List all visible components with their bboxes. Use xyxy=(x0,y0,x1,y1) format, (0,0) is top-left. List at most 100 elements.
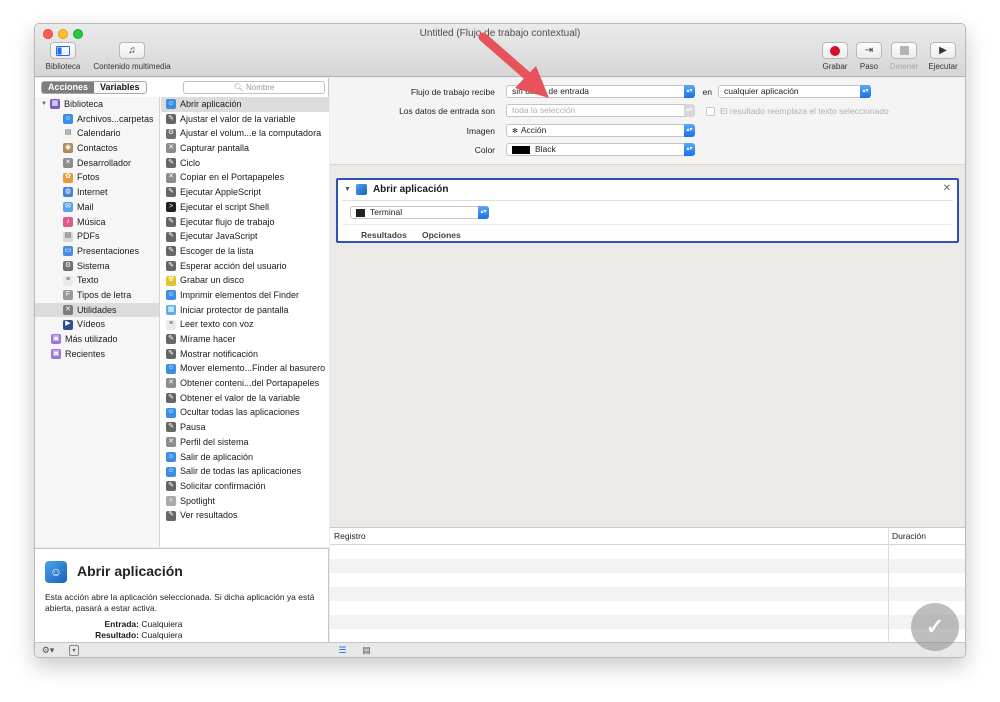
stop-icon xyxy=(891,42,917,59)
step-icon: ⇥ xyxy=(856,42,882,59)
media-button[interactable]: ♫ Contenido multimedia xyxy=(87,42,177,71)
library-item-label: Vídeos xyxy=(77,319,106,330)
replace-checkbox[interactable]: El resultado reemplaza el texto seleccio… xyxy=(706,106,889,116)
library-item[interactable]: ◍ Internet xyxy=(35,185,159,200)
action-item[interactable]: > Ejecutar el script Shell xyxy=(161,200,329,215)
log-column-duracion[interactable]: Duración xyxy=(892,531,926,541)
library-item[interactable]: ☺ Archivos...carpetas xyxy=(35,112,159,127)
action-item[interactable]: ✕ Perfil del sistema xyxy=(161,435,329,450)
library-item[interactable]: ⚙ Sistema xyxy=(35,259,159,274)
action-item-label: Capturar pantalla xyxy=(180,143,250,154)
run-button[interactable]: ▶ Ejecutar xyxy=(924,42,962,71)
color-swatch xyxy=(512,145,530,154)
action-item[interactable]: ✎ Mírame hacer xyxy=(161,332,329,347)
action-item[interactable]: ✎ Escoger de la lista xyxy=(161,244,329,259)
stop-button[interactable]: Detener xyxy=(886,42,922,71)
library-item[interactable]: ✉ Mail xyxy=(35,200,159,215)
action-item[interactable]: ✎ Ejecutar JavaScript xyxy=(161,229,329,244)
tab-resultados[interactable]: Resultados xyxy=(361,230,407,240)
library-item[interactable]: ▣ Recientes xyxy=(35,347,159,362)
action-item-label: Obtener conteni...del Portapapeles xyxy=(180,378,320,389)
action-item[interactable]: ☺ Abrir aplicación xyxy=(161,97,329,112)
color-select[interactable]: Black ▴▾ xyxy=(506,143,695,156)
action-item[interactable]: ✎ Pausa xyxy=(161,420,329,435)
library-item[interactable]: ▤ PDFs xyxy=(35,229,159,244)
action-item[interactable]: ✕ Capturar pantalla xyxy=(161,141,329,156)
tab-opciones[interactable]: Opciones xyxy=(422,230,461,240)
action-item-label: Ejecutar AppleScript xyxy=(180,187,262,198)
action-item-label: Ocultar todas las aplicaciones xyxy=(180,407,300,418)
library-item[interactable]: ▶ Vídeos xyxy=(35,317,159,332)
action-item[interactable]: ✎ Mostrar notificación xyxy=(161,347,329,362)
action-item[interactable]: ⌕ Spotlight xyxy=(161,494,329,509)
library-button[interactable]: Biblioteca xyxy=(38,42,88,71)
action-item[interactable]: ✎ Ejecutar AppleScript xyxy=(161,185,329,200)
action-card[interactable]: ▼ Abrir aplicación ✕ Terminal ▴▾ Resulta… xyxy=(336,178,959,243)
record-button[interactable]: Grabar xyxy=(818,42,852,71)
column-divider xyxy=(888,528,889,643)
search-input[interactable]: 🔍︎ Nombre xyxy=(183,81,325,94)
disclosure-triangle-icon[interactable]: ▼ xyxy=(41,97,47,112)
replace-checkbox-label: El resultado reemplaza el texto seleccio… xyxy=(720,106,889,116)
tab-acciones[interactable]: Acciones xyxy=(42,82,95,93)
action-item[interactable]: ✎ Obtener el valor de la variable xyxy=(161,391,329,406)
action-item[interactable]: ☺ Salir de aplicación xyxy=(161,450,329,465)
list-view-icon[interactable]: ☰ xyxy=(337,645,348,656)
input-is-value: toda la selección xyxy=(512,105,576,115)
step-button[interactable]: ⇥ Paso xyxy=(853,42,885,71)
app-select[interactable]: Terminal ▴▾ xyxy=(350,206,489,219)
action-item[interactable]: ≡ Leer texto con voz xyxy=(161,317,329,332)
disclosure-triangle-icon[interactable]: ▼ xyxy=(344,186,351,193)
library-item[interactable]: ▼ ▦ Biblioteca xyxy=(35,97,159,112)
action-item[interactable]: ✎ Ciclo xyxy=(161,156,329,171)
library-item-label: Recientes xyxy=(65,348,106,359)
action-item[interactable]: ✎ Ejecutar flujo de trabajo xyxy=(161,215,329,230)
action-item[interactable]: ✎ Ver resultados xyxy=(161,508,329,523)
finder-icon xyxy=(355,184,367,195)
library-item-label: Sistema xyxy=(77,260,110,271)
action-item[interactable]: ☺ Imprimir elementos del Finder xyxy=(161,288,329,303)
action-item[interactable]: ✎ Esperar acción del usuario xyxy=(161,259,329,274)
smart-folder-icon: ▣ xyxy=(51,334,61,345)
record-button-label: Grabar xyxy=(822,62,848,71)
input-is-select[interactable]: toda la selección ▴▾ xyxy=(506,104,695,117)
action-item[interactable]: ☺ Mover elemento...Finder al basurero xyxy=(161,361,329,376)
library-item[interactable]: ✿ Fotos xyxy=(35,170,159,185)
library-item[interactable]: ≡ Texto xyxy=(35,273,159,288)
log-column-registro[interactable]: Registro xyxy=(334,531,366,541)
action-item[interactable]: ✎ Solicitar confirmación xyxy=(161,479,329,494)
action-item[interactable]: ✕ Obtener conteni...del Portapapeles xyxy=(161,376,329,391)
presentation-icon: ▭ xyxy=(63,246,73,257)
library-item[interactable]: ✕ Desarrollador xyxy=(35,156,159,171)
image-select[interactable]: ✻ Acción ▴▾ xyxy=(506,124,695,137)
action-item[interactable]: ☢ Grabar un disco xyxy=(161,273,329,288)
gear-icon[interactable]: ⚙︎▾ xyxy=(40,645,56,656)
application-select[interactable]: cualquier aplicación ▴▾ xyxy=(718,85,871,98)
action-item[interactable]: ▦ Iniciar protector de pantalla xyxy=(161,303,329,318)
library-item[interactable]: ✕ Utilidades xyxy=(35,302,159,318)
library-item[interactable]: ▭ Presentaciones xyxy=(35,244,159,259)
library-item[interactable]: ◉ Contactos xyxy=(35,141,159,156)
collapse-icon[interactable]: ▾ xyxy=(69,645,79,656)
split-view-icon[interactable]: ▤ xyxy=(361,645,372,656)
library-item[interactable]: ▣ Más utilizado xyxy=(35,332,159,347)
library-item[interactable]: F Tipos de letra xyxy=(35,288,159,303)
finder-icon: ☺ xyxy=(166,407,176,418)
action-item[interactable]: ☺ Salir de todas las aplicaciones xyxy=(161,464,329,479)
tab-variables[interactable]: Variables xyxy=(94,82,146,93)
close-icon[interactable]: ✕ xyxy=(943,183,951,194)
automator-icon: ✎ xyxy=(166,158,176,169)
library-item-label: Más utilizado xyxy=(65,334,118,344)
library-item[interactable]: ▤ Calendario xyxy=(35,126,159,141)
log-row xyxy=(330,559,965,573)
action-item[interactable]: ⚙ Ajustar el volum...e la computadora xyxy=(161,126,329,141)
action-item[interactable]: ☺ Ocultar todas las aplicaciones xyxy=(161,405,329,420)
library-item-label: Contactos xyxy=(77,143,118,154)
calendar-icon: ▤ xyxy=(63,128,73,139)
action-item[interactable]: ✎ Ajustar el valor de la variable xyxy=(161,112,329,127)
finder-icon: ☺ xyxy=(63,114,73,125)
library-item[interactable]: ♪ Música xyxy=(35,215,159,230)
input-label: Entrada: xyxy=(104,619,139,629)
action-item[interactable]: ✕ Copiar en el Portapapeles xyxy=(161,170,329,185)
description-input: Entrada: Cualquiera xyxy=(35,619,183,630)
